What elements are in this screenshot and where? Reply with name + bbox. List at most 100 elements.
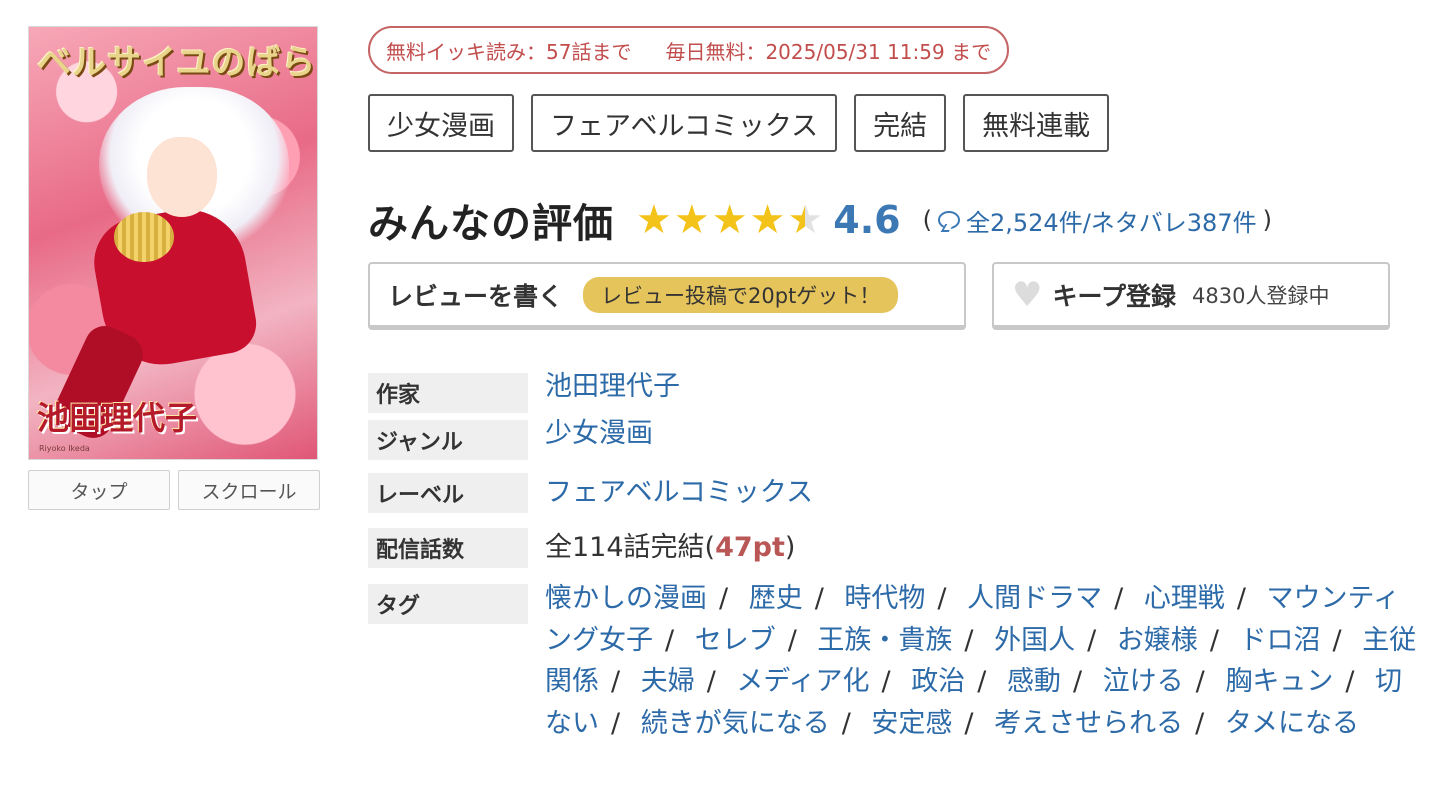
tag-separator: / <box>1195 707 1205 739</box>
tag-separator: / <box>977 666 987 697</box>
tag-separator: / <box>964 624 974 656</box>
tag-separator: / <box>841 707 851 739</box>
tag-separator: / <box>1072 666 1083 697</box>
tag-separator: / <box>814 583 824 614</box>
tag-link[interactable]: メディア化 <box>736 666 869 697</box>
tag-link[interactable]: 泣ける <box>1103 666 1184 697</box>
tag-link[interactable]: ドロ沼 <box>1240 625 1321 656</box>
info-key-genre: ジャンル <box>368 420 528 460</box>
tag-separator: / <box>1332 624 1342 656</box>
scroll-view-button[interactable]: スクロール <box>178 470 320 510</box>
review-promo-badge: レビュー投稿で20ptゲット！ <box>583 276 899 313</box>
view-mode-buttons: タップ スクロール <box>28 470 320 510</box>
info-row-episodes: 配信話数 全114話完結(47pt) <box>368 528 1438 584</box>
tag-link[interactable]: お嬢様 <box>1117 625 1198 656</box>
episodes-value: 全114話完結(47pt) <box>545 528 795 568</box>
tag-list: 懐かしの漫画 / 歴史 / 時代物 / 人間ドラマ / 心理戦 / マウンティング女子 / … <box>545 578 1425 744</box>
info-row-tags: タグ 懐かしの漫画 / 歴史 / 時代物 / 人間ドラマ / 心理戦 / マウンティング女… <box>368 583 1438 744</box>
cover-author-text: 池田理代子 <box>37 399 198 437</box>
tag-link[interactable]: タメになる <box>1225 708 1359 739</box>
open-paren: ( <box>922 206 932 234</box>
tag-link[interactable]: 政治 <box>911 666 965 697</box>
review-count-text[interactable]: 全2,524件/ネタバレ387件 <box>966 203 1257 238</box>
tag-separator: / <box>665 624 675 656</box>
heart-icon: ♥ <box>1012 274 1043 315</box>
free-ikki-text: 無料イッキ読み：57話まで <box>386 39 632 64</box>
cover-art-epaulette <box>114 212 174 262</box>
tag-separator: / <box>1236 583 1246 614</box>
tag-link[interactable]: 外国人 <box>994 625 1075 656</box>
tag-completed[interactable]: 完結 <box>854 94 947 152</box>
tag-separator: / <box>1114 583 1124 614</box>
rating-row: みんなの評価 ★ ★ ★ ★ ★ 4.6 ( 全2,524件/ネタバレ387件 … <box>368 190 1278 250</box>
write-review-button[interactable]: レビューを書く レビュー投稿で20ptゲット！ <box>368 262 966 330</box>
tag-shoujo-manga[interactable]: 少女漫画 <box>368 94 514 152</box>
tag-link[interactable]: 懐かしの漫画 <box>545 583 707 614</box>
keep-button[interactable]: ♥ キープ登録 4830人登録中 <box>992 262 1390 330</box>
free-read-badge: 無料イッキ読み：57話まで 毎日無料：2025/05/31 11:59 まで <box>368 26 1010 74</box>
tag-separator: / <box>719 583 729 614</box>
info-key-label: レーベル <box>368 473 528 513</box>
tag-link[interactable]: 安定感 <box>871 708 952 739</box>
detail-column: 無料イッキ読み：57話まで 毎日無料：2025/05/31 11:59 まで 少… <box>368 26 1438 739</box>
cover-art-face <box>147 137 217 217</box>
half-star-icon: ★ <box>787 197 824 243</box>
action-buttons: レビューを書く レビュー投稿で20ptゲット！ ♥ キープ登録 4830人登録中 <box>368 262 1390 330</box>
tag-link[interactable]: 感動 <box>1007 666 1061 697</box>
keep-label: キープ登録 <box>1052 281 1176 311</box>
keep-count: 4830人登録中 <box>1192 283 1330 308</box>
category-tags: 少女漫画 フェアベルコミックス 完結 無料連載 <box>368 94 1438 152</box>
info-key-tags: タグ <box>368 584 528 624</box>
label-link[interactable]: フェアベルコミックス <box>545 473 813 513</box>
star-icon: ★ <box>636 197 672 243</box>
tag-link[interactable]: 続きが気になる <box>641 708 830 739</box>
tag-separator: / <box>964 707 974 739</box>
cover-romaji-text: Riyoko Ikeda <box>39 444 90 453</box>
star-icon: ★ <box>749 197 786 243</box>
info-table: 作家 池田理代子 ジャンル 少女漫画 レーベル フェアベルコミックス 配信話数 … <box>368 371 1438 744</box>
tag-link[interactable]: 夫婦 <box>641 666 695 697</box>
info-row-author: 作家 池田理代子 <box>368 371 1438 420</box>
rating-label: みんなの評価 <box>368 201 614 247</box>
tag-link[interactable]: 考えさせられる <box>994 708 1183 739</box>
info-key-episodes: 配信話数 <box>368 528 528 568</box>
tag-link[interactable]: セレブ <box>695 625 776 656</box>
tag-separator: / <box>1345 666 1355 697</box>
review-count-link[interactable]: ( 全2,524件/ネタバレ387件 ) <box>917 203 1278 238</box>
tag-link[interactable]: 心理戦 <box>1144 583 1225 614</box>
genre-link[interactable]: 少女漫画 <box>545 414 653 454</box>
tag-separator: / <box>937 583 947 614</box>
cover-image[interactable]: ベルサイユのばら 池田理代子 Riyoko Ikeda <box>28 26 318 460</box>
tag-link[interactable]: 胸キュン <box>1225 666 1333 697</box>
write-review-label: レビューを書く <box>388 281 564 311</box>
daily-free-text: 毎日無料：2025/05/31 11:59 まで <box>665 39 992 64</box>
info-key-author: 作家 <box>368 373 528 413</box>
tag-separator: / <box>611 666 621 697</box>
close-paren: ) <box>1262 206 1272 234</box>
tag-separator: / <box>706 666 716 697</box>
author-link[interactable]: 池田理代子 <box>545 367 680 407</box>
tag-separator: / <box>1209 624 1219 656</box>
star-icon: ★ <box>711 197 748 243</box>
tag-link[interactable]: 歴史 <box>749 583 803 614</box>
tag-link[interactable]: 時代物 <box>844 583 925 614</box>
tag-separator: / <box>881 666 891 697</box>
rating-score: 4.6 <box>833 198 901 242</box>
tag-separator: / <box>1195 666 1205 697</box>
tag-separator: / <box>787 624 797 656</box>
info-row-label: レーベル フェアベルコミックス <box>368 473 1438 528</box>
tag-separator: / <box>611 707 621 739</box>
tag-link[interactable]: 王族・貴族 <box>817 625 952 656</box>
tag-separator: / <box>1087 624 1097 656</box>
episodes-text: 全114話完結( <box>545 532 716 563</box>
star-icon: ★ <box>673 197 710 243</box>
tap-view-button[interactable]: タップ <box>28 470 170 510</box>
tag-free-serial[interactable]: 無料連載 <box>963 94 1110 152</box>
episodes-close: ) <box>784 532 796 563</box>
tag-link[interactable]: 人間ドラマ <box>967 583 1102 614</box>
cover-title-text: ベルサイユのばら <box>37 43 317 83</box>
comment-bubble-icon <box>938 211 960 229</box>
tag-label[interactable]: フェアベルコミックス <box>531 94 838 152</box>
info-row-genre: ジャンル 少女漫画 <box>368 418 1438 473</box>
rating-stars: ★ ★ ★ ★ ★ <box>636 200 823 240</box>
